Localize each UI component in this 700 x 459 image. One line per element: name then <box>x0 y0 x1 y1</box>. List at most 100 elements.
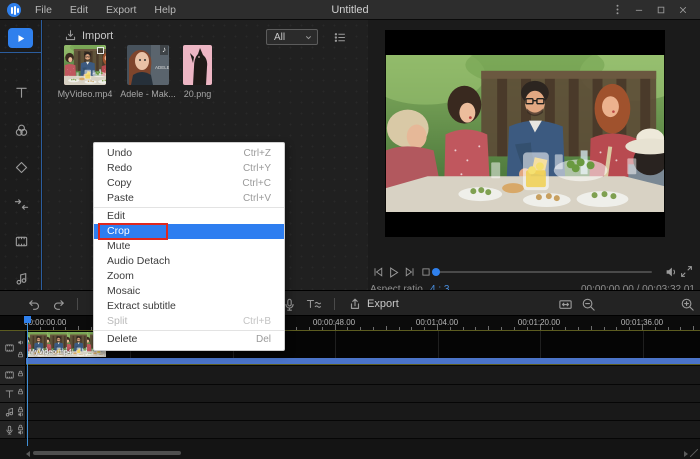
track-lane-music[interactable] <box>26 403 700 421</box>
text-to-speech-icon <box>305 297 322 311</box>
context-menu-item-paste[interactable]: PasteCtrl+V <box>94 191 284 206</box>
sidebar-item-media[interactable] <box>8 28 33 48</box>
minimize-button[interactable] <box>630 2 648 18</box>
track-header-voiceover[interactable] <box>0 421 26 439</box>
ruler-tick <box>604 327 605 330</box>
sidebar-item-music[interactable] <box>0 266 42 290</box>
media-item-image[interactable] <box>183 45 212 85</box>
zoom-out-button[interactable] <box>579 295 597 313</box>
menubar-item-help[interactable]: Help <box>146 2 184 18</box>
menu-item-label: Redo <box>107 161 132 176</box>
context-menu-item-redo[interactable]: RedoCtrl+Y <box>94 161 284 176</box>
context-menu-item-extract-subtitle[interactable]: Extract subtitle <box>94 299 284 314</box>
sidebar-item-overlays[interactable] <box>0 155 42 179</box>
menu-item-label: Undo <box>107 146 132 161</box>
sidebar-item-text[interactable] <box>0 80 42 104</box>
track-lock-toggle[interactable] <box>17 418 24 436</box>
app-logo-icon <box>7 3 21 17</box>
playhead-handle[interactable] <box>24 316 31 323</box>
context-menu-item-edit[interactable]: Edit <box>94 209 284 224</box>
export-button[interactable]: Export <box>348 295 399 313</box>
list-view-button[interactable] <box>331 29 349 45</box>
track-lock-toggle[interactable] <box>17 364 24 382</box>
redo-button[interactable] <box>50 295 68 313</box>
menu-separator <box>94 207 284 208</box>
overlays-icon <box>14 160 29 175</box>
media-filter-dropdown[interactable]: All <box>266 29 318 45</box>
maximize-button[interactable] <box>652 2 670 18</box>
fit-timeline-button[interactable] <box>556 295 574 313</box>
volume-icon <box>664 265 678 279</box>
ruler-tick <box>475 327 476 330</box>
ruler-tick <box>40 327 41 330</box>
titlebar: FileEditExportHelp Untitled <box>0 0 700 20</box>
fullscreen-button[interactable] <box>680 265 693 283</box>
horizontal-scrollbar[interactable] <box>26 450 694 456</box>
video-track-icon <box>4 343 15 354</box>
import-label: Import <box>82 30 113 42</box>
preview-seek-bar[interactable] <box>432 271 652 273</box>
ruler-tick <box>616 327 617 330</box>
context-menu-item-mosaic[interactable]: Mosaic <box>94 284 284 299</box>
import-button[interactable]: Import <box>64 29 113 42</box>
film-icon <box>14 234 29 249</box>
track-lock-toggle[interactable] <box>17 400 24 418</box>
zoom-in-button[interactable] <box>678 295 696 313</box>
previous-frame-button[interactable] <box>370 265 385 279</box>
track-lane-text[interactable] <box>26 385 700 403</box>
menubar-item-file[interactable]: File <box>27 2 60 18</box>
seek-handle[interactable] <box>432 268 440 276</box>
play-button[interactable] <box>386 265 401 279</box>
ruler-tick <box>309 327 310 330</box>
menubar: FileEditExportHelp <box>27 2 184 18</box>
track-lane-pip[interactable] <box>26 366 700 385</box>
context-menu-item-copy[interactable]: CopyCtrl+C <box>94 176 284 191</box>
track-lock-toggle[interactable] <box>17 382 24 400</box>
window-controls <box>608 2 700 18</box>
sidebar-item-elements[interactable] <box>0 229 42 253</box>
context-menu-item-undo[interactable]: UndoCtrl+Z <box>94 146 284 161</box>
ruler-timestamp: 00:01:36.00 <box>621 318 663 327</box>
sidebar-item-transitions[interactable] <box>0 192 42 216</box>
previous-frame-icon <box>372 266 384 278</box>
text-to-speech-button[interactable] <box>304 295 322 313</box>
context-menu-item-audio-detach[interactable]: Audio Detach <box>94 254 284 269</box>
scrollbar-thumb[interactable] <box>33 451 181 455</box>
preview-canvas <box>385 30 665 237</box>
sidebar-item-filters[interactable] <box>0 118 42 142</box>
media-item-video[interactable] <box>64 45 106 85</box>
ruler-timestamp: 00:01:04.00 <box>416 318 458 327</box>
context-menu-item-zoom[interactable]: Zoom <box>94 269 284 284</box>
clip-label: MyVideo.mp4 <box>29 349 72 356</box>
ruler-tick <box>668 327 669 330</box>
resize-grip[interactable] <box>690 449 698 457</box>
next-frame-button[interactable] <box>402 265 417 279</box>
context-menu-item-delete[interactable]: DeleteDel <box>94 332 284 347</box>
ruler-tick <box>373 327 374 330</box>
menu-item-label: Split <box>107 314 127 329</box>
export-icon <box>348 297 362 311</box>
ruler-timestamp: 00:00:48.00 <box>313 318 355 327</box>
track-lock-toggle[interactable] <box>17 345 24 363</box>
play-icon <box>387 266 400 279</box>
ruler-tick <box>565 327 566 330</box>
track-lane-voiceover[interactable] <box>26 421 700 439</box>
menubar-item-edit[interactable]: Edit <box>62 2 96 18</box>
app-window: FileEditExportHelp Untitled Import All M… <box>0 0 700 459</box>
music-track-icon <box>4 406 15 417</box>
ruler-tick <box>411 327 412 330</box>
media-item-audio[interactable]: ♪ <box>127 45 169 85</box>
stop-button[interactable] <box>418 265 433 279</box>
scroll-right-arrow[interactable] <box>684 451 688 457</box>
export-label: Export <box>367 298 399 310</box>
more-button[interactable] <box>608 2 626 18</box>
scroll-left-arrow[interactable] <box>26 451 30 457</box>
track-header-video[interactable] <box>0 331 26 366</box>
context-menu-item-mute[interactable]: Mute <box>94 239 284 254</box>
volume-button[interactable] <box>664 265 678 284</box>
menubar-item-export[interactable]: Export <box>98 2 144 18</box>
import-icon <box>64 29 77 42</box>
close-button[interactable] <box>674 2 692 18</box>
undo-button[interactable] <box>24 295 42 313</box>
zoom-out-icon <box>581 297 596 312</box>
